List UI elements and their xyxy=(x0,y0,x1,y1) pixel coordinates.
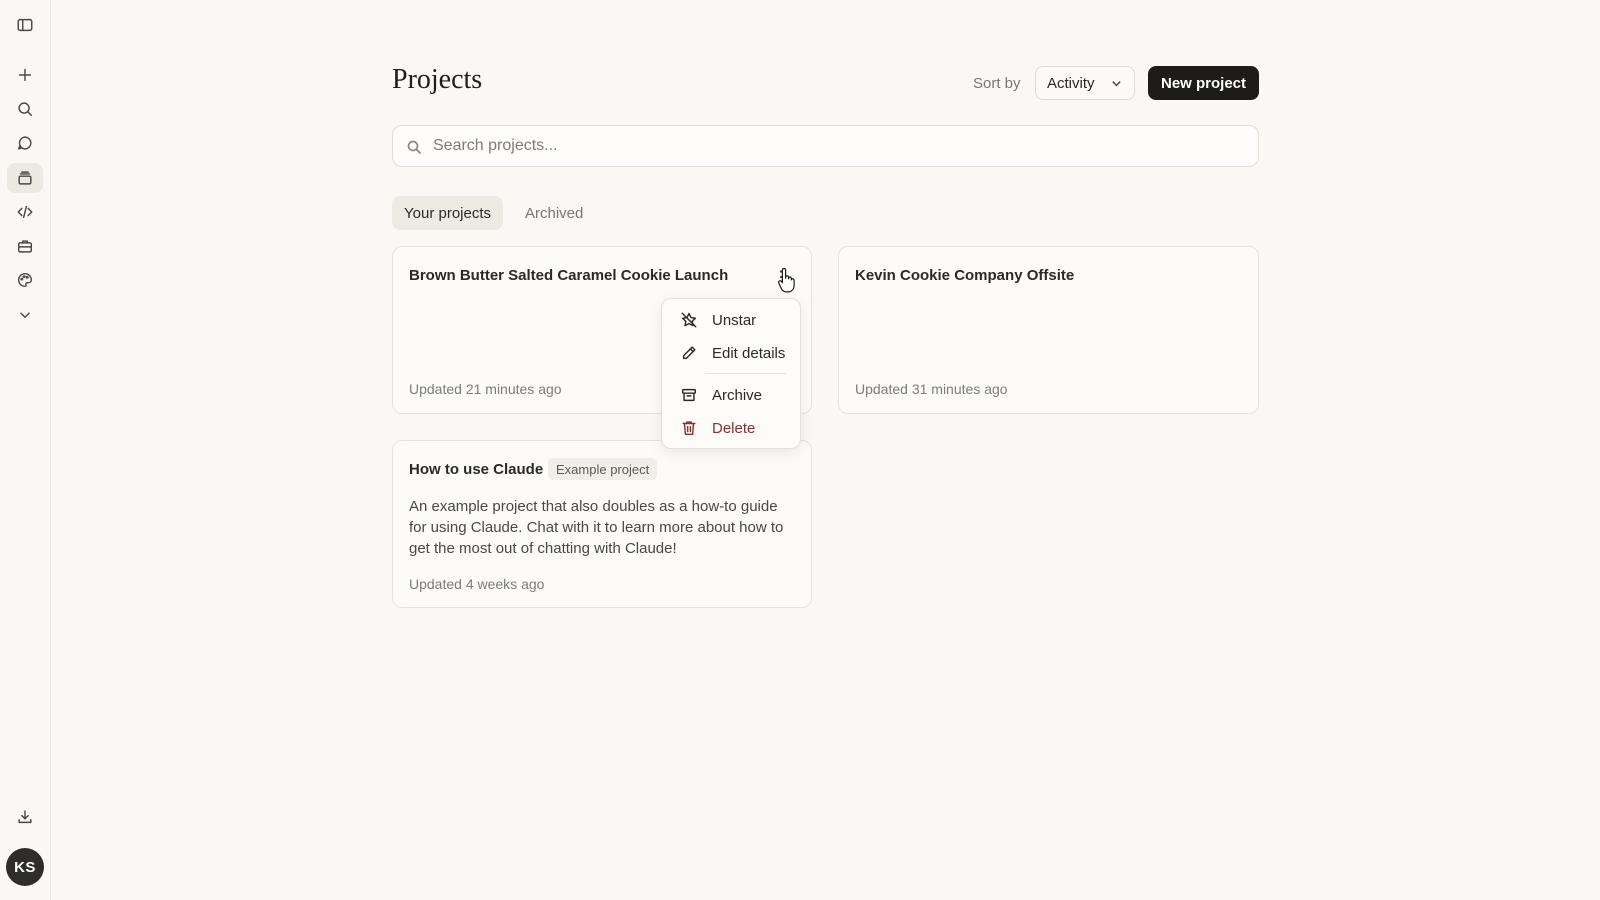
search-icon xyxy=(406,139,422,155)
archive-icon xyxy=(680,386,698,404)
download-icon[interactable] xyxy=(7,802,43,832)
chevron-down-icon xyxy=(1110,77,1123,90)
project-updated: Updated 4 weeks ago xyxy=(409,576,545,592)
palette-icon[interactable] xyxy=(7,265,43,295)
project-card[interactable]: Kevin Cookie Company Offsite Updated 31 … xyxy=(838,246,1259,414)
avatar[interactable]: KS xyxy=(6,848,44,886)
menu-item-label: Delete xyxy=(712,419,756,437)
tab-archived[interactable]: Archived xyxy=(513,196,595,230)
menu-item-unstar[interactable]: Unstar xyxy=(668,305,794,335)
menu-item-label: Unstar xyxy=(712,311,757,329)
sort-value: Activity xyxy=(1047,74,1095,92)
trash-icon xyxy=(680,419,698,437)
project-description: An example project that also doubles as … xyxy=(409,498,784,557)
pointer-cursor-icon xyxy=(777,266,799,294)
pencil-icon xyxy=(680,344,698,362)
sort-select[interactable]: Activity xyxy=(1035,66,1135,100)
avatar-initials: KS xyxy=(14,858,36,876)
menu-item-delete[interactable]: Delete xyxy=(668,413,794,443)
new-project-button[interactable]: New project xyxy=(1148,66,1259,100)
new-chat-icon[interactable] xyxy=(7,60,43,90)
code-icon[interactable] xyxy=(7,197,43,227)
page-title: Projects xyxy=(392,64,483,95)
project-updated: Updated 21 minutes ago xyxy=(409,381,562,397)
sidebar: KS xyxy=(0,0,51,900)
project-title: Brown Butter Salted Caramel Cookie Launc… xyxy=(409,267,729,284)
tab-your-projects[interactable]: Your projects xyxy=(392,196,503,230)
sort-label: Sort by xyxy=(973,75,1021,92)
project-title: Kevin Cookie Company Offsite xyxy=(855,267,1075,284)
sidebar-toggle-icon[interactable] xyxy=(7,10,43,40)
project-options-menu: Unstar Edit details Archive Delete xyxy=(661,298,801,449)
search-bar xyxy=(392,125,1259,167)
menu-divider xyxy=(706,373,786,374)
artifacts-icon[interactable] xyxy=(7,231,43,261)
project-title: How to use Claude xyxy=(409,461,544,478)
project-updated: Updated 31 minutes ago xyxy=(855,381,1008,397)
menu-item-label: Archive xyxy=(712,386,763,404)
project-card[interactable]: How to use Claude Example project An exa… xyxy=(392,440,812,608)
menu-item-label: Edit details xyxy=(712,344,786,362)
projects-icon[interactable] xyxy=(7,163,43,193)
chats-icon[interactable] xyxy=(7,128,43,158)
menu-item-archive[interactable]: Archive xyxy=(668,380,794,410)
unstar-icon xyxy=(680,311,698,329)
chevron-down-icon[interactable] xyxy=(7,300,43,330)
search-icon[interactable] xyxy=(7,94,43,124)
search-input[interactable] xyxy=(433,126,1233,166)
menu-item-edit-details[interactable]: Edit details xyxy=(668,338,794,368)
example-project-badge: Example project xyxy=(548,458,658,480)
